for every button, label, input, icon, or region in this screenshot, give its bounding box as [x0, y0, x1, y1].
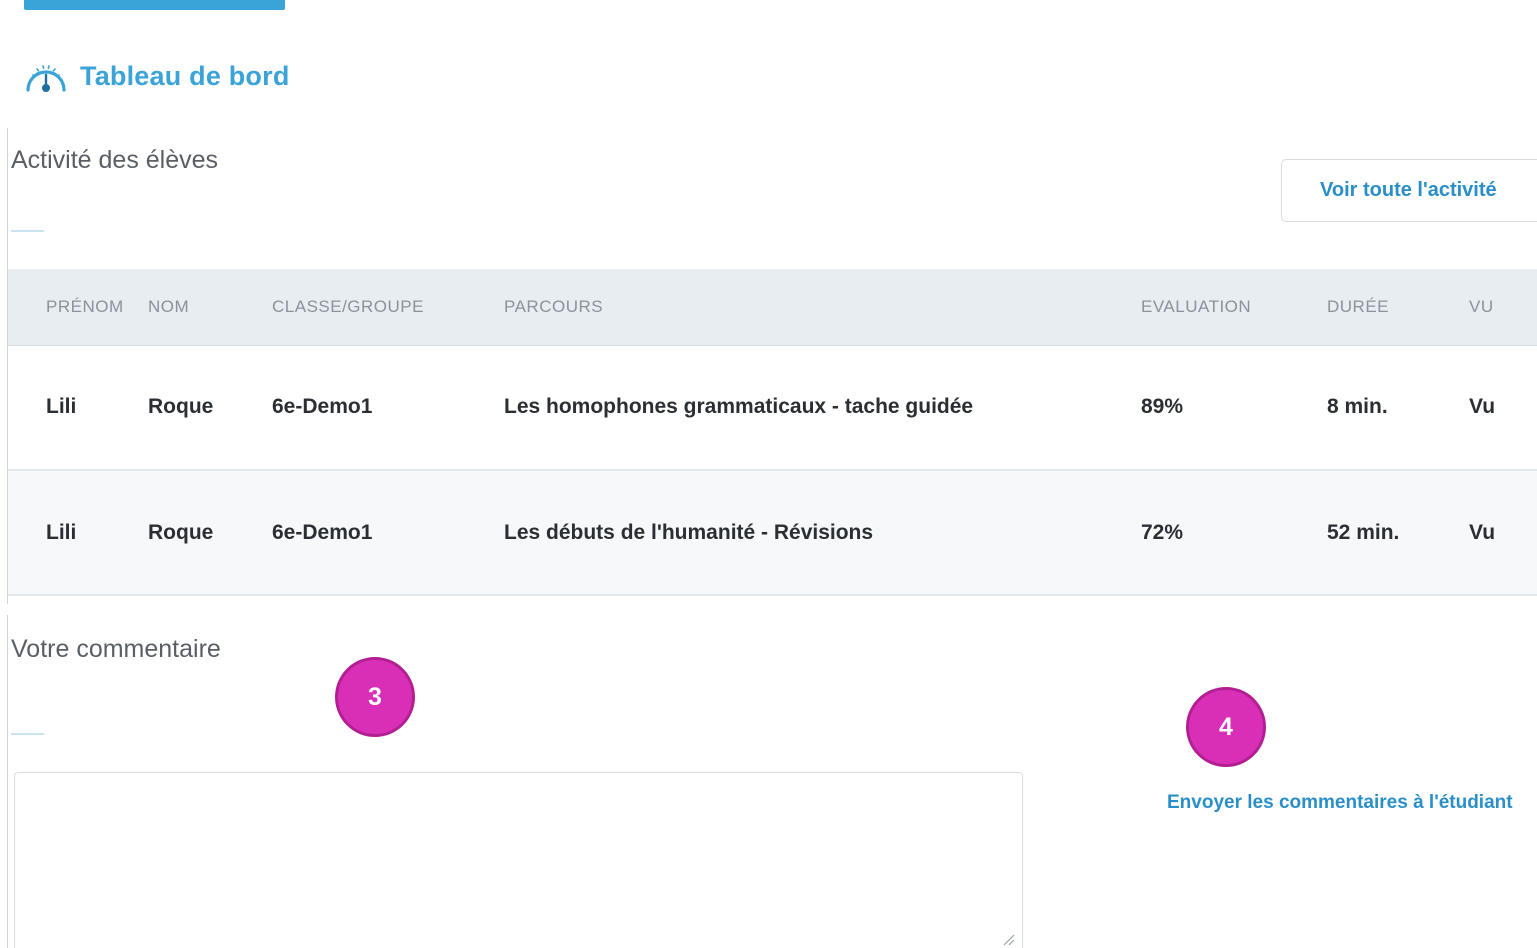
activity-table: PRÉNOM NOM CLASSE/GROUPE PARCOURS EVALUA… [8, 269, 1537, 596]
dashboard-title: Tableau de bord [22, 56, 290, 96]
activity-heading: Activité des élèves [11, 146, 219, 174]
send-comments-link[interactable]: Envoyer les commentaires à l'étudiant [1167, 792, 1513, 814]
cell-prenom: Lili [8, 470, 148, 596]
comment-heading: Votre commentaire [11, 635, 221, 663]
cell-duree: 52 min. [1327, 470, 1469, 596]
student-activity-section: Activité des élèves Voir toute l'activit… [7, 128, 1537, 604]
column-header-vu[interactable]: VU [1469, 269, 1537, 346]
table-row[interactable]: Lili Roque 6e-Demo1 Les débuts de l'huma… [8, 470, 1537, 596]
cell-prenom: Lili [8, 345, 148, 471]
speedometer-icon [26, 65, 66, 92]
heading-underline [11, 230, 44, 232]
cell-parcours: Les homophones grammaticaux - tache guid… [504, 345, 1141, 471]
column-header-prenom[interactable]: PRÉNOM [8, 269, 148, 346]
cell-classe: 6e-Demo1 [272, 345, 504, 471]
cell-evaluation: 89% [1141, 345, 1327, 471]
heading-underline [11, 733, 44, 735]
cell-vu: Vu [1469, 345, 1537, 471]
column-header-parcours[interactable]: PARCOURS [504, 269, 1141, 346]
column-header-classe[interactable]: CLASSE/GROUPE [272, 269, 504, 346]
page-title: Tableau de bord [80, 60, 290, 91]
resize-handle-icon[interactable] [1001, 932, 1015, 946]
cell-vu: Vu [1469, 470, 1537, 596]
cell-parcours: Les débuts de l'humanité - Révisions [504, 470, 1141, 596]
column-header-duree[interactable]: DURÉE [1327, 269, 1469, 346]
comment-section: Votre commentaire Envoyer les commentair… [7, 615, 1537, 948]
annotation-badge-3: 3 [335, 657, 415, 737]
active-tab-indicator [24, 0, 285, 10]
column-header-evaluation[interactable]: EVALUATION [1141, 269, 1327, 346]
cell-classe: 6e-Demo1 [272, 470, 504, 596]
cell-duree: 8 min. [1327, 345, 1469, 471]
cell-nom: Roque [148, 345, 272, 471]
comment-textarea[interactable] [14, 772, 1023, 948]
table-header-row: PRÉNOM NOM CLASSE/GROUPE PARCOURS EVALUA… [8, 269, 1537, 346]
cell-nom: Roque [148, 470, 272, 596]
annotation-badge-4: 4 [1186, 687, 1266, 767]
column-header-nom[interactable]: NOM [148, 269, 272, 346]
view-all-activity-button[interactable]: Voir toute l'activité [1281, 159, 1537, 222]
cell-evaluation: 72% [1141, 470, 1327, 596]
table-row[interactable]: Lili Roque 6e-Demo1 Les homophones gramm… [8, 345, 1537, 471]
